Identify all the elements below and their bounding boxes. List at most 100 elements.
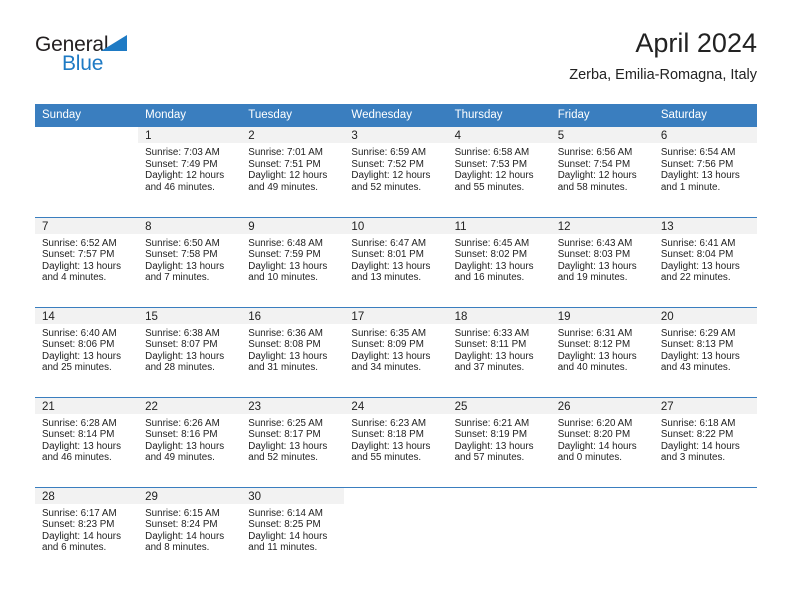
- day-detail-line: and 34 minutes.: [351, 362, 422, 374]
- calendar-header-row: Sunday Monday Tuesday Wednesday Thursday Frid…: [35, 104, 757, 127]
- day-number: 25: [447, 397, 551, 414]
- day-detail-line: and 46 minutes.: [145, 181, 215, 193]
- calendar-day-cell[interactable]: 5 Sunrise: 6:56 AM Sunset: 7:54 PM Daylight…: [550, 127, 654, 217]
- day-details: Sunrise: 6:52 AM Sunset: 7:57 PM Daylight:…: [35, 234, 138, 284]
- day-details: Sunrise: 6:17 AM Sunset: 8:23 PM Daylight:…: [35, 504, 138, 554]
- day-detail-line: and 49 minutes.: [248, 181, 318, 193]
- day-number: 10: [344, 217, 448, 234]
- day-detail-line: Sunset: 7:56 PM: [660, 158, 734, 170]
- calendar-day-cell[interactable]: 27 Sunrise: 6:18 AM Sunset: 8:22 PM Dayligh…: [653, 396, 757, 487]
- day-detail-line: Daylight: 13 hours: [145, 440, 225, 452]
- day-number: 18: [447, 307, 551, 324]
- day-detail-line: Sunset: 8:23 PM: [42, 519, 115, 531]
- calendar-day-cell[interactable]: 23 Sunrise: 6:25 AM Sunset: 8:17 PM Dayligh…: [241, 396, 345, 487]
- day-detail-line: and 43 minutes.: [660, 362, 731, 374]
- calendar-day-cell[interactable]: 10 Sunrise: 6:47 AM Sunset: 8:01 PM Dayligh…: [344, 216, 448, 307]
- calendar-day-cell[interactable]: 21 Sunrise: 6:28 AM Sunset: 8:14 PM Dayligh…: [35, 396, 139, 487]
- day-number: 17: [344, 307, 448, 324]
- calendar-day-cell[interactable]: 30 Sunrise: 6:14 AM Sunset: 8:25 PM Dayligh…: [241, 486, 345, 577]
- day-details: Sunrise: 6:38 AM Sunset: 8:07 PM Daylight:…: [138, 324, 241, 374]
- calendar-day-cell[interactable]: 24 Sunrise: 6:23 AM Sunset: 8:18 PM Dayligh…: [344, 396, 448, 487]
- day-detail-line: Sunrise: 6:14 AM: [248, 507, 323, 519]
- day-detail-line: and 40 minutes.: [557, 362, 628, 374]
- day-number: 24: [344, 397, 448, 414]
- calendar-week-row: 7 Sunrise: 6:52 AM Sunset: 7:57 PM Daylight…: [35, 216, 757, 307]
- day-details: Sunrise: 6:43 AM Sunset: 8:03 PM Daylight:…: [551, 234, 654, 284]
- calendar-day-cell[interactable]: 6 Sunrise: 6:54 AM Sunset: 7:56 PM Daylight…: [653, 127, 757, 217]
- day-detail-line: and 19 minutes.: [557, 272, 628, 284]
- day-details: [654, 504, 757, 508]
- calendar-day-cell[interactable]: 19 Sunrise: 6:31 AM Sunset: 8:12 PM Dayligh…: [550, 306, 654, 397]
- calendar-day-cell[interactable]: 16 Sunrise: 6:36 AM Sunset: 8:08 PM Dayligh…: [241, 306, 345, 397]
- day-detail-line: Sunset: 8:24 PM: [145, 519, 218, 531]
- calendar-day-cell[interactable]: 28 Sunrise: 6:17 AM Sunset: 8:23 PM Dayligh…: [35, 486, 139, 577]
- day-detail-line: and 11 minutes.: [248, 542, 318, 554]
- day-detail-line: and 3 minutes.: [660, 452, 726, 464]
- day-number: 5: [550, 127, 654, 143]
- day-detail-line: Sunset: 7:51 PM: [248, 158, 321, 170]
- calendar-day-cell[interactable]: 22 Sunrise: 6:26 AM Sunset: 8:16 PM Dayligh…: [138, 396, 242, 487]
- day-details: Sunrise: 6:35 AM Sunset: 8:09 PM Daylight:…: [344, 324, 447, 374]
- calendar-day-cell[interactable]: 9 Sunrise: 6:48 AM Sunset: 7:59 PM Daylight…: [241, 216, 345, 307]
- day-detail-line: and 7 minutes.: [145, 272, 210, 284]
- day-number: 16: [241, 307, 345, 324]
- day-number: 12: [550, 217, 654, 234]
- calendar-day-cell[interactable]: 2 Sunrise: 7:01 AM Sunset: 7:51 PM Daylight…: [241, 127, 345, 217]
- weekday-header-sunday: Sunday: [35, 104, 139, 127]
- calendar-day-cell[interactable]: 1 Sunrise: 7:03 AM Sunset: 7:49 PM Daylight…: [138, 127, 242, 217]
- day-detail-line: Daylight: 13 hours: [660, 260, 740, 272]
- calendar-day-cell[interactable]: 13 Sunrise: 6:41 AM Sunset: 8:04 PM Dayligh…: [653, 216, 757, 307]
- day-detail-line: Sunset: 7:54 PM: [557, 158, 631, 170]
- day-details: Sunrise: 6:14 AM Sunset: 8:25 PM Daylight:…: [241, 504, 344, 554]
- calendar-day-cell[interactable]: 25 Sunrise: 6:21 AM Sunset: 8:19 PM Dayligh…: [447, 396, 551, 487]
- day-number: 9: [241, 217, 345, 234]
- calendar-day-cell-empty: [550, 486, 654, 577]
- day-detail-line: Sunrise: 6:29 AM: [660, 327, 736, 339]
- title-block: April 2024 Zerba, Emilia-Romagna, Italy: [569, 26, 757, 86]
- calendar-day-cell[interactable]: 7 Sunrise: 6:52 AM Sunset: 7:57 PM Daylight…: [35, 216, 139, 307]
- day-details: Sunrise: 7:01 AM Sunset: 7:51 PM Daylight:…: [241, 143, 344, 193]
- calendar-day-cell[interactable]: 4 Sunrise: 6:58 AM Sunset: 7:53 PM Daylight…: [447, 127, 551, 217]
- calendar-day-cell[interactable]: 26 Sunrise: 6:20 AM Sunset: 8:20 PM Dayligh…: [550, 396, 654, 487]
- day-detail-line: Sunrise: 6:52 AM: [42, 237, 117, 249]
- day-number: 26: [550, 397, 654, 414]
- calendar-day-cell[interactable]: 8 Sunrise: 6:50 AM Sunset: 7:58 PM Daylight…: [138, 216, 242, 307]
- day-detail-line: Daylight: 13 hours: [557, 350, 637, 362]
- day-detail-line: Sunset: 8:08 PM: [248, 339, 321, 351]
- day-details: Sunrise: 6:21 AM Sunset: 8:19 PM Daylight:…: [448, 414, 551, 464]
- weekday-header-saturday: Saturday: [653, 104, 757, 127]
- calendar-day-cell[interactable]: 15 Sunrise: 6:38 AM Sunset: 8:07 PM Dayligh…: [138, 306, 242, 397]
- day-detail-line: Sunrise: 6:56 AM: [557, 147, 633, 158]
- calendar-day-cell[interactable]: 11 Sunrise: 6:45 AM Sunset: 8:02 PM Dayligh…: [447, 216, 551, 307]
- day-detail-line: Sunrise: 6:54 AM: [660, 147, 736, 158]
- day-number: 3: [344, 127, 448, 143]
- day-detail-line: Sunrise: 6:36 AM: [248, 327, 323, 339]
- day-detail-line: and 4 minutes.: [42, 272, 107, 284]
- calendar-day-cell[interactable]: 12 Sunrise: 6:43 AM Sunset: 8:03 PM Dayligh…: [550, 216, 654, 307]
- day-details: Sunrise: 6:58 AM Sunset: 7:53 PM Daylight:…: [448, 143, 551, 193]
- calendar-day-cell[interactable]: 17 Sunrise: 6:35 AM Sunset: 8:09 PM Dayligh…: [344, 306, 448, 397]
- calendar-day-cell[interactable]: 14 Sunrise: 6:40 AM Sunset: 8:06 PM Dayligh…: [35, 306, 139, 397]
- day-detail-line: Sunset: 8:07 PM: [145, 339, 218, 351]
- calendar-day-cell[interactable]: 20 Sunrise: 6:29 AM Sunset: 8:13 PM Dayligh…: [653, 306, 757, 397]
- day-details: Sunrise: 6:23 AM Sunset: 8:18 PM Daylight:…: [344, 414, 447, 464]
- calendar-week-row: 21 Sunrise: 6:28 AM Sunset: 8:14 PM Dayligh…: [35, 396, 757, 487]
- calendar-day-cell[interactable]: 29 Sunrise: 6:15 AM Sunset: 8:24 PM Dayligh…: [138, 486, 242, 577]
- day-details: Sunrise: 6:48 AM Sunset: 7:59 PM Daylight:…: [241, 234, 344, 284]
- day-detail-line: Daylight: 14 hours: [248, 530, 328, 542]
- calendar-day-cell[interactable]: 18 Sunrise: 6:33 AM Sunset: 8:11 PM Dayligh…: [447, 306, 551, 397]
- day-detail-line: Sunrise: 6:45 AM: [454, 237, 530, 249]
- day-detail-line: and 46 minutes.: [42, 452, 112, 464]
- day-detail-line: Sunset: 7:58 PM: [145, 249, 218, 261]
- day-detail-line: Sunset: 7:53 PM: [454, 158, 527, 170]
- day-detail-line: Sunrise: 6:58 AM: [454, 147, 530, 158]
- day-detail-line: and 52 minutes.: [248, 452, 318, 464]
- day-number: 20: [653, 307, 757, 324]
- day-detail-line: Daylight: 13 hours: [351, 350, 431, 362]
- triangle-icon: [101, 35, 127, 51]
- day-detail-line: Sunset: 7:57 PM: [42, 249, 115, 261]
- day-detail-line: Daylight: 13 hours: [557, 260, 637, 272]
- day-detail-line: Sunrise: 6:35 AM: [351, 327, 427, 339]
- calendar-day-cell[interactable]: 3 Sunrise: 6:59 AM Sunset: 7:52 PM Daylight…: [344, 127, 448, 217]
- day-detail-line: Daylight: 12 hours: [145, 170, 225, 182]
